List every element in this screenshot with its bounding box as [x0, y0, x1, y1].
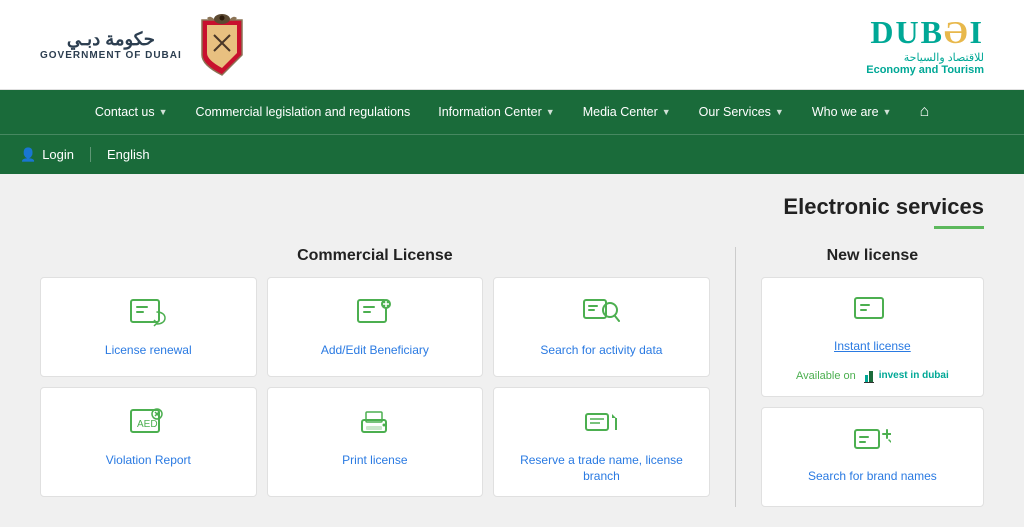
new-license-section-title: New license [761, 247, 984, 265]
print-license-icon [356, 406, 394, 443]
search-brand-icon [853, 426, 891, 459]
gov-arabic-text: حكومة دبـي [67, 29, 155, 50]
print-license-label: Print license [342, 453, 407, 469]
caret-icon: ▼ [662, 107, 671, 117]
new-license-section: New license Instant license Available [761, 247, 984, 507]
nav-media-center[interactable]: Media Center ▼ [569, 90, 685, 134]
instant-license-label: Instant license [834, 339, 911, 355]
service-card-search-activity[interactable]: Search for activity data [493, 277, 710, 377]
services-container: Commercial License License renewal [40, 247, 984, 507]
page-title: Electronic services [40, 194, 984, 220]
nav-our-services[interactable]: Our Services ▼ [685, 90, 798, 134]
caret-icon: ▼ [775, 107, 784, 117]
invest-dubai-text: invest in dubai [879, 370, 949, 381]
service-card-license-renewal[interactable]: License renewal [40, 277, 257, 377]
reserve-trade-label: Reserve a trade name, license branch [504, 453, 699, 484]
nav-contact-us[interactable]: Contact us ▼ [81, 90, 182, 134]
available-on-text: Available on [796, 370, 856, 382]
header-left: حكومة دبـي GOVERNMENT OF DUBAI [40, 10, 252, 80]
header: حكومة دبـي GOVERNMENT OF DUBAI DUBƏI للا… [0, 0, 1024, 90]
commercial-service-grid: License renewal Add/Edit [40, 277, 710, 497]
add-beneficiary-label: Add/Edit Beneficiary [321, 343, 429, 359]
reserve-trade-icon [582, 406, 620, 443]
service-card-violation[interactable]: AED Violation Report [40, 387, 257, 497]
violation-label: Violation Report [106, 453, 191, 469]
gov-english-text: GOVERNMENT OF DUBAI [40, 50, 182, 61]
user-icon: 👤 [20, 147, 36, 163]
caret-icon: ▼ [883, 107, 892, 117]
gov-logo-text: حكومة دبـي GOVERNMENT OF DUBAI [40, 29, 182, 61]
language-selector[interactable]: English [90, 147, 166, 162]
search-brand-label: Search for brand names [808, 469, 937, 485]
license-renewal-label: License renewal [105, 343, 192, 359]
dubai-logo: DUBƏI للاقتصاد والسياحة Economy and Tour… [866, 14, 984, 76]
invest-in-dubai-badge: Available on invest in dubai [796, 369, 949, 383]
nav-home[interactable]: ⌂ [905, 90, 943, 134]
nav-information-center[interactable]: Information Center ▼ [424, 90, 568, 134]
service-card-instant-license[interactable]: Instant license Available on invest in d… [761, 277, 984, 397]
violation-icon: AED [129, 406, 167, 443]
license-renewal-icon [129, 296, 167, 333]
caret-icon: ▼ [159, 107, 168, 117]
invest-dubai-logo: invest in dubai [862, 369, 949, 383]
main-nav: Contact us ▼ Commercial legislation and … [0, 90, 1024, 134]
building-icon [862, 369, 876, 383]
svg-text:AED: AED [137, 419, 158, 430]
service-card-print-license[interactable]: Print license [267, 387, 484, 497]
caret-icon: ▼ [546, 107, 555, 117]
dubai-subtitle-english: Economy and Tourism [866, 64, 984, 76]
search-activity-icon [582, 296, 620, 333]
add-beneficiary-icon [356, 296, 394, 333]
sub-nav: 👤 Login English [0, 134, 1024, 174]
coat-of-arms-icon [192, 10, 252, 80]
dubai-subtitle-arabic: للاقتصاد والسياحة [866, 51, 984, 64]
search-activity-label: Search for activity data [540, 343, 662, 359]
service-card-reserve-trade[interactable]: Reserve a trade name, license branch [493, 387, 710, 497]
service-card-search-brand[interactable]: Search for brand names [761, 407, 984, 507]
section-divider [735, 247, 736, 507]
new-license-grid: Instant license Available on invest in d… [761, 277, 984, 507]
nav-commercial-legislation[interactable]: Commercial legislation and regulations [182, 90, 425, 134]
service-card-add-beneficiary[interactable]: Add/Edit Beneficiary [267, 277, 484, 377]
home-icon: ⌂ [919, 103, 929, 121]
commercial-section-title: Commercial License [40, 247, 710, 265]
dubai-title: DUBƏI [866, 14, 984, 51]
login-button[interactable]: 👤 Login [20, 147, 90, 163]
commercial-license-section: Commercial License License renewal [40, 247, 710, 507]
nav-who-we-are[interactable]: Who we are ▼ [798, 90, 906, 134]
title-underline [934, 226, 984, 229]
instant-license-icon [853, 296, 891, 329]
main-content: Electronic services Commercial License [0, 174, 1024, 527]
